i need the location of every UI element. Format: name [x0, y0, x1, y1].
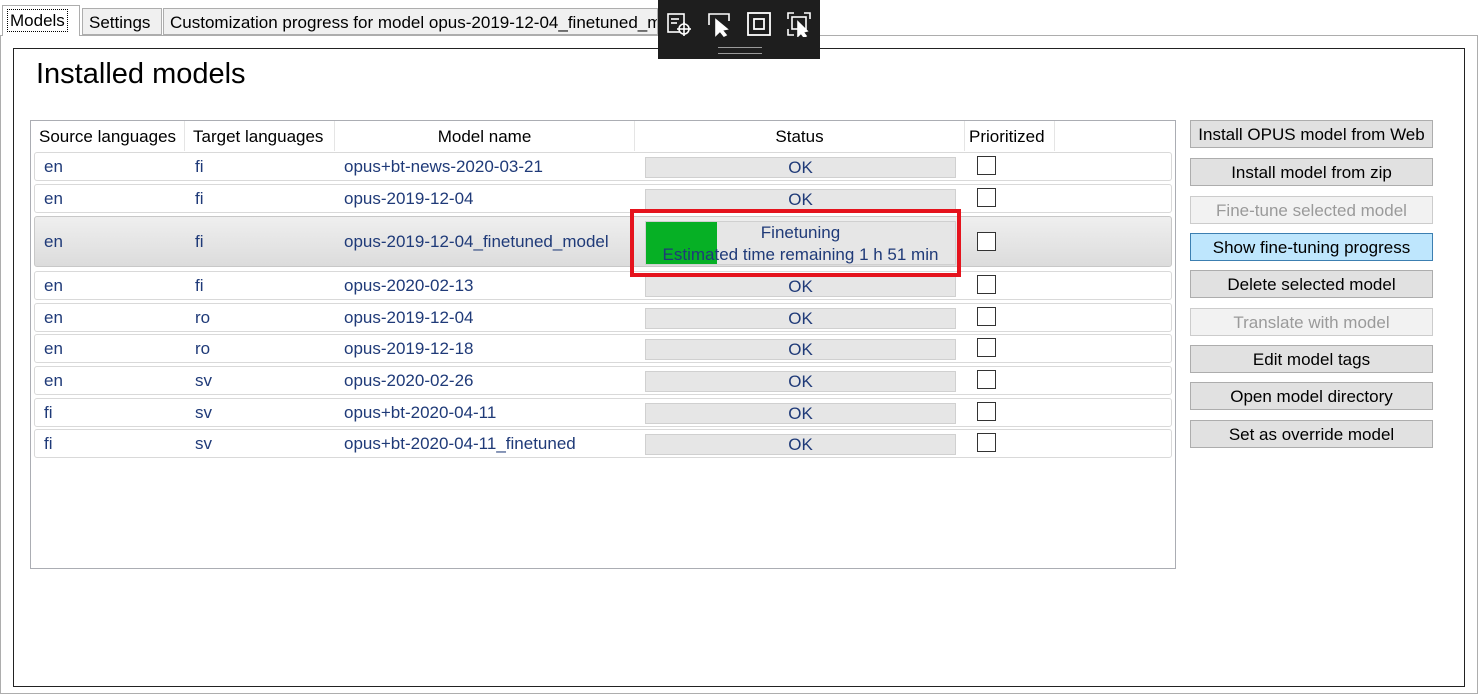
set-override-model-button[interactable]: Set as override model [1190, 420, 1433, 448]
cell-target: ro [195, 338, 211, 358]
table-row[interactable]: fi sv opus+bt-2020-04-11 OK [34, 398, 1172, 427]
prioritized-checkbox[interactable] [977, 433, 996, 452]
prioritized-checkbox[interactable] [977, 232, 996, 251]
frame-icon[interactable] [746, 11, 772, 37]
column-header-target[interactable]: Target languages [185, 121, 335, 151]
table-row[interactable]: fi sv opus+bt-2020-04-11_finetuned OK [34, 429, 1172, 458]
tab-settings[interactable]: Settings [82, 8, 162, 35]
cell-model-name: opus-2020-02-26 [344, 370, 474, 390]
cell-target: fi [195, 231, 204, 251]
status-indicator: OK [645, 339, 956, 360]
tab-customization-progress[interactable]: Customization progress for model opus-20… [163, 8, 658, 35]
table-row-selected[interactable]: en fi opus-2019-12-04_finetuned_model Fi… [34, 216, 1172, 267]
cell-source: en [44, 338, 63, 358]
tab-models[interactable]: Models [2, 5, 80, 36]
table-row[interactable]: en sv opus-2020-02-26 OK [34, 366, 1172, 395]
table-row[interactable]: en ro opus-2019-12-04 OK [34, 303, 1172, 332]
status-indicator: OK [645, 189, 956, 210]
prioritized-checkbox[interactable] [977, 307, 996, 326]
cell-model-name: opus-2019-12-04_finetuned_model [344, 231, 609, 251]
page-title: Installed models [36, 58, 246, 90]
cell-model-name: opus-2019-12-04 [344, 307, 474, 327]
table-row[interactable]: en fi opus-2020-02-13 OK [34, 271, 1172, 300]
highlight-box [630, 209, 961, 277]
status-indicator: OK [645, 157, 956, 178]
tab-settings-label: Settings [89, 13, 151, 32]
cell-source: en [44, 231, 63, 251]
cell-source: en [44, 156, 63, 176]
edit-model-tags-button[interactable]: Edit model tags [1190, 345, 1433, 373]
delete-model-button[interactable]: Delete selected model [1190, 270, 1433, 298]
prioritized-checkbox[interactable] [977, 188, 996, 207]
select-element-icon[interactable] [666, 11, 692, 37]
table-row[interactable]: en fi opus+bt-news-2020-03-21 OK [34, 152, 1172, 181]
prioritized-checkbox[interactable] [977, 370, 996, 389]
tab-customization-label: Customization progress for model opus-20… [170, 13, 658, 32]
fine-tune-button[interactable]: Fine-tune selected model [1190, 196, 1433, 224]
cell-model-name: opus+bt-2020-04-11 [344, 402, 497, 422]
status-indicator: OK [645, 371, 956, 392]
translate-with-model-button[interactable]: Translate with model [1190, 308, 1433, 336]
prioritized-checkbox[interactable] [977, 275, 996, 294]
cell-source: en [44, 275, 63, 295]
cell-target: sv [195, 370, 212, 390]
prioritized-checkbox[interactable] [977, 402, 996, 421]
status-indicator: OK [645, 276, 956, 297]
table-row[interactable]: en fi opus-2019-12-04 OK [34, 184, 1172, 213]
cell-target: fi [195, 275, 204, 295]
cell-source: en [44, 307, 63, 327]
cell-source: fi [44, 433, 53, 453]
cell-target: sv [195, 402, 212, 422]
track-focus-icon[interactable] [786, 11, 812, 39]
column-header-status[interactable]: Status [635, 121, 965, 151]
tab-models-label: Models [7, 9, 68, 32]
cell-model-name: opus+bt-news-2020-03-21 [344, 156, 543, 176]
cell-source: fi [44, 402, 53, 422]
prioritized-checkbox[interactable] [977, 338, 996, 357]
cell-model-name: opus-2020-02-13 [344, 275, 474, 295]
column-header-prioritized[interactable]: Prioritized [965, 121, 1055, 151]
pointer-icon[interactable] [706, 11, 732, 38]
show-fine-tuning-progress-button[interactable]: Show fine-tuning progress [1190, 233, 1433, 261]
table-row[interactable]: en ro opus-2019-12-18 OK [34, 334, 1172, 363]
prioritized-checkbox[interactable] [977, 156, 996, 175]
status-indicator: OK [645, 308, 956, 329]
list-header: Source languages Target languages Model … [31, 121, 1173, 151]
cell-target: fi [195, 188, 204, 208]
install-opus-web-button[interactable]: Install OPUS model from Web [1190, 120, 1433, 148]
cell-model-name: opus-2019-12-18 [344, 338, 474, 358]
column-header-source[interactable]: Source languages [31, 121, 185, 151]
open-model-directory-button[interactable]: Open model directory [1190, 382, 1433, 410]
cell-model-name: opus+bt-2020-04-11_finetuned [344, 433, 576, 453]
cell-target: fi [195, 156, 204, 176]
status-indicator: OK [645, 434, 956, 455]
toolbar-grip[interactable] [718, 47, 762, 54]
cell-source: en [44, 188, 63, 208]
cell-target: ro [195, 307, 211, 327]
cell-source: en [44, 370, 63, 390]
cell-model-name: opus-2019-12-04 [344, 188, 474, 208]
column-header-model[interactable]: Model name [335, 121, 635, 151]
install-zip-button[interactable]: Install model from zip [1190, 158, 1433, 186]
status-indicator: OK [645, 403, 956, 424]
cell-target: sv [195, 433, 212, 453]
models-list[interactable]: Source languages Target languages Model … [30, 120, 1176, 569]
floating-toolbar [658, 0, 820, 59]
